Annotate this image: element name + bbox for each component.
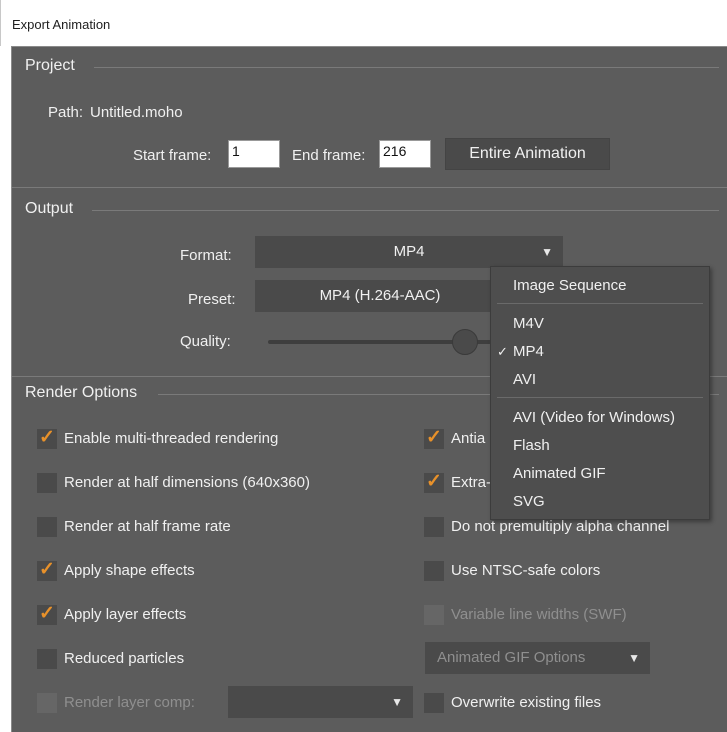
start-frame-label: Start frame: [133,147,212,164]
quality-label: Quality: [180,333,231,350]
menu-item-svg[interactable]: SVG [513,493,545,510]
check-icon: ✓ [39,559,55,580]
half-dimensions-label: Render at half dimensions (640x360) [64,474,310,491]
path-value: Untitled.moho [90,104,183,121]
quality-slider-handle[interactable] [452,329,478,355]
shape-effects-label: Apply shape effects [64,562,195,579]
gif-options-button[interactable]: Animated GIF Options ▼ [425,642,650,674]
render-options-title: Render Options [25,384,138,401]
menu-item-flash[interactable]: Flash [513,437,550,454]
extra-smooth-label: Extra- [451,474,492,491]
ntsc-safe-label: Use NTSC-safe colors [451,562,601,579]
check-icon: ✓ [39,603,55,624]
half-dimensions-checkbox[interactable] [37,473,57,493]
menu-item-image-sequence[interactable]: Image Sequence [513,277,626,294]
layer-effects-checkbox[interactable]: ✓ [37,603,57,625]
layer-comp-select[interactable]: ▼ [228,686,413,718]
chevron-down-icon: ▼ [391,695,403,709]
menu-separator [497,303,703,304]
chevron-down-icon: ▼ [628,651,640,665]
path-label: Path: [48,104,84,121]
menu-item-avi[interactable]: AVI [513,371,536,388]
premultiply-label: Do not premultiply alpha channel [451,518,670,535]
layer-comp-label: Render layer comp: [64,694,195,711]
extra-smooth-checkbox[interactable]: ✓ [424,471,444,493]
check-icon: ✓ [39,427,55,448]
group-divider [92,210,719,211]
layer-comp-checkbox[interactable] [37,693,57,713]
antialias-checkbox[interactable]: ✓ [424,427,444,449]
half-frame-rate-checkbox[interactable] [37,517,57,537]
title-bar: Export Animation [0,0,727,46]
group-divider [94,67,719,68]
menu-separator [497,397,703,398]
preset-select-value: MP4 (H.264-AAC) [319,287,441,304]
check-icon: ✓ [426,427,442,448]
menu-item-animated-gif[interactable]: Animated GIF [513,465,606,482]
menu-item-m4v[interactable]: M4V [513,315,544,332]
menu-item-avi-vfw[interactable]: AVI (Video for Windows) [513,409,675,426]
entire-animation-button[interactable]: Entire Animation [445,138,610,170]
format-dropdown-menu: Image Sequence M4V ✓ MP4 AVI AVI (Video … [490,266,710,520]
end-frame-input[interactable]: 216 [379,140,431,168]
format-select[interactable]: MP4 ▼ [255,236,563,268]
multithread-label: Enable multi-threaded rendering [64,430,279,447]
project-group: Project Path: Untitled.moho Start frame:… [12,47,727,183]
half-frame-rate-label: Render at half frame rate [64,518,231,535]
gif-options-label: Animated GIF Options [437,649,586,666]
chevron-down-icon: ▼ [541,245,553,259]
preset-select[interactable]: MP4 (H.264-AAC) [255,280,505,312]
end-frame-label: End frame: [292,147,366,164]
multithread-checkbox[interactable]: ✓ [37,427,57,449]
menu-item-mp4[interactable]: MP4 [513,343,544,360]
format-select-value: MP4 [393,243,425,260]
variable-line-widths-label: Variable line widths (SWF) [451,606,627,623]
antialias-label: Antia [451,430,486,447]
check-icon: ✓ [426,471,442,492]
overwrite-label: Overwrite existing files [451,694,602,711]
ntsc-safe-checkbox[interactable] [424,561,444,581]
variable-line-widths-checkbox[interactable] [424,605,444,625]
layer-effects-label: Apply layer effects [64,606,187,623]
start-frame-input[interactable]: 1 [228,140,280,168]
preset-label: Preset: [188,291,236,308]
overwrite-checkbox[interactable] [424,693,444,713]
reduced-particles-checkbox[interactable] [37,649,57,669]
check-icon: ✓ [497,344,508,359]
format-label: Format: [180,247,232,264]
output-group-title: Output [25,200,74,217]
reduced-particles-label: Reduced particles [64,650,185,667]
premultiply-checkbox[interactable] [424,517,444,537]
project-group-title: Project [25,57,75,74]
shape-effects-checkbox[interactable]: ✓ [37,559,57,581]
window-title: Export Animation [12,17,111,32]
